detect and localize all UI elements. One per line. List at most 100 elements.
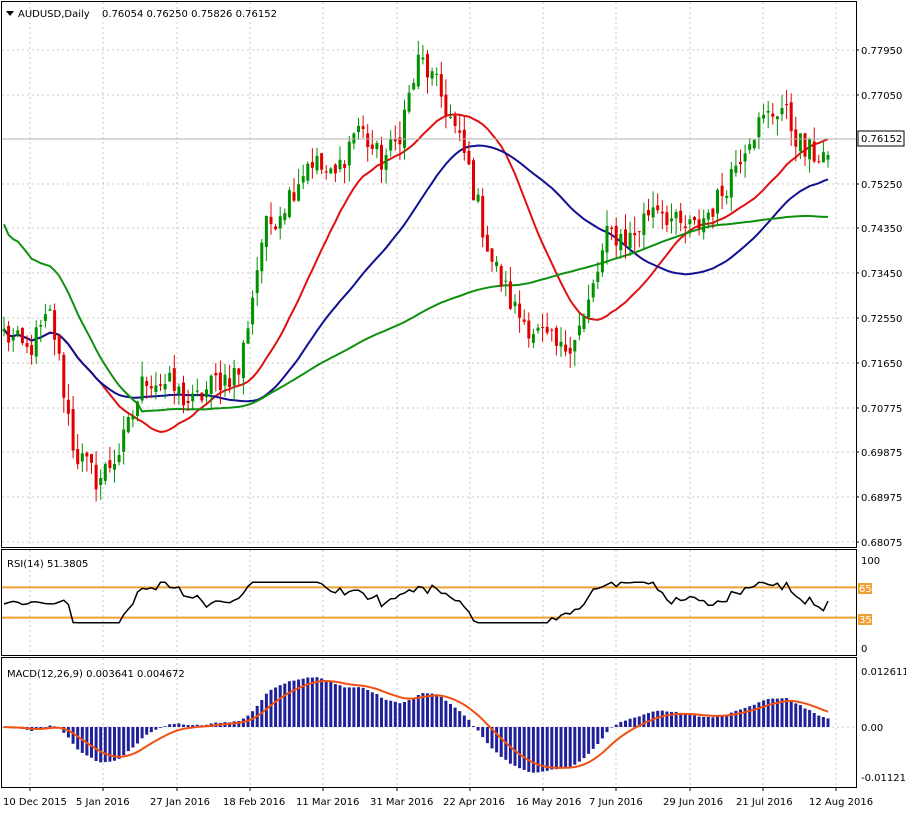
date-label-0: 10 Dec 2015 xyxy=(3,797,67,808)
macd-bar-111 xyxy=(513,727,517,766)
candle-body-161 xyxy=(743,153,747,162)
rsi-pane[interactable] xyxy=(1,549,857,656)
candle-body-71 xyxy=(329,168,333,174)
current-price-label: 0.76152 xyxy=(861,134,902,145)
candle-body-22 xyxy=(103,464,107,481)
candle-body-82 xyxy=(380,144,383,170)
date-label-8: 7 Jun 2016 xyxy=(589,797,643,808)
trading-chart-window[interactable]: 0.77950 0.77050 0.75250 0.74350 0.73450 0.725… xyxy=(0,0,906,817)
candle-body-14 xyxy=(66,399,70,414)
candle-body-115 xyxy=(531,334,535,343)
macd-bar-136 xyxy=(628,718,632,727)
macd-bar-30 xyxy=(140,727,144,739)
macd-bar-83 xyxy=(384,699,388,727)
candle-body-30 xyxy=(140,376,144,401)
candle-body-75 xyxy=(347,141,351,166)
macd-bar-176 xyxy=(812,713,816,727)
rsi-axis-100: 100 xyxy=(861,556,880,567)
candle-body-141 xyxy=(651,207,655,218)
date-label-3: 18 Feb 2016 xyxy=(223,797,285,808)
macd-bar-60 xyxy=(278,685,282,727)
macd-bar-134 xyxy=(619,721,623,727)
candle-body-74 xyxy=(343,164,347,168)
date-axis: 10 Dec 2015 5 Jan 2016 27 Jan 2016 18 Feb 2… xyxy=(3,787,873,808)
candle-body-106 xyxy=(490,248,494,262)
symbol-title: AUDUSD,Daily xyxy=(18,9,90,20)
macd-bar-27 xyxy=(126,727,130,752)
candle-body-170 xyxy=(785,104,789,106)
candle-body-29 xyxy=(136,401,139,416)
candle-body-140 xyxy=(647,209,650,216)
candle-body-84 xyxy=(389,138,393,151)
candle-body-54 xyxy=(251,297,255,325)
chart-canvas[interactable]: 0.77950 0.77050 0.75250 0.74350 0.73450 0.725… xyxy=(0,0,906,817)
macd-bar-129 xyxy=(596,727,600,744)
price-pane[interactable] xyxy=(1,1,857,548)
candle-body-36 xyxy=(168,372,172,382)
candle-body-26 xyxy=(122,429,126,452)
candle-body-102 xyxy=(472,160,475,201)
candle-body-58 xyxy=(269,216,273,225)
macd-bar-164 xyxy=(757,702,761,727)
candle-body-165 xyxy=(762,114,766,119)
macd-bar-128 xyxy=(591,727,595,749)
candle-body-169 xyxy=(780,108,784,115)
candle-body-81 xyxy=(375,143,379,150)
candle-body-32 xyxy=(149,386,153,389)
macd-bar-135 xyxy=(624,720,627,727)
candle-body-163 xyxy=(752,140,756,149)
date-label-11: 12 Aug 2016 xyxy=(809,797,873,808)
macd-bar-37 xyxy=(172,723,176,727)
candle-body-25 xyxy=(117,454,121,463)
candle-body-177 xyxy=(817,161,821,163)
candle-body-111 xyxy=(513,301,517,307)
candle-body-114 xyxy=(527,320,531,339)
macd-bar-132 xyxy=(610,727,614,728)
macd-bar-124 xyxy=(573,727,577,765)
candle-body-67 xyxy=(310,161,314,168)
price-axis-label-4: 0.74350 xyxy=(861,224,902,235)
macd-bar-102 xyxy=(472,726,475,727)
macd-bar-77 xyxy=(357,687,360,727)
macd-bar-155 xyxy=(716,715,719,727)
macd-bar-71 xyxy=(329,682,333,727)
candle-body-35 xyxy=(163,384,167,390)
date-label-5: 31 Mar 2016 xyxy=(370,797,433,808)
candle-body-164 xyxy=(757,117,761,138)
price-axis-label-7: 0.71650 xyxy=(861,359,902,370)
candle-body-173 xyxy=(798,133,802,152)
price-axis-label-0: 0.77950 xyxy=(861,46,902,57)
candle-body-133 xyxy=(614,225,618,246)
candle-body-134 xyxy=(619,234,623,251)
candle-body-86 xyxy=(398,137,402,145)
candle-body-154 xyxy=(711,208,715,217)
macd-bar-78 xyxy=(361,687,365,727)
macd-bar-108 xyxy=(499,727,503,757)
date-label-2: 27 Jan 2016 xyxy=(150,797,210,808)
candle-body-142 xyxy=(656,205,660,211)
candle-body-127 xyxy=(587,299,591,318)
candle-body-16 xyxy=(76,449,80,465)
macd-bar-72 xyxy=(333,684,337,727)
macd-bar-69 xyxy=(320,678,324,727)
macd-bar-177 xyxy=(817,715,821,727)
candle-body-147 xyxy=(679,210,683,223)
candle-body-2 xyxy=(11,337,15,341)
macd-bar-131 xyxy=(605,727,609,733)
macd-bar-130 xyxy=(600,727,604,739)
candle-body-138 xyxy=(637,231,641,233)
candle-body-128 xyxy=(591,283,595,298)
candle-body-38 xyxy=(177,386,181,394)
candle-body-105 xyxy=(485,234,489,252)
macd-bar-25 xyxy=(117,727,121,759)
candle-body-59 xyxy=(274,226,278,230)
candle-body-131 xyxy=(605,226,609,253)
candle-body-157 xyxy=(725,196,729,198)
candle-body-166 xyxy=(766,110,770,113)
macd-bar-89 xyxy=(412,698,416,727)
date-label-7: 16 May 2016 xyxy=(516,797,581,808)
macd-bar-96 xyxy=(444,700,448,727)
candle-body-118 xyxy=(545,326,549,333)
macd-bar-20 xyxy=(94,727,98,761)
macd-bar-156 xyxy=(720,715,724,727)
